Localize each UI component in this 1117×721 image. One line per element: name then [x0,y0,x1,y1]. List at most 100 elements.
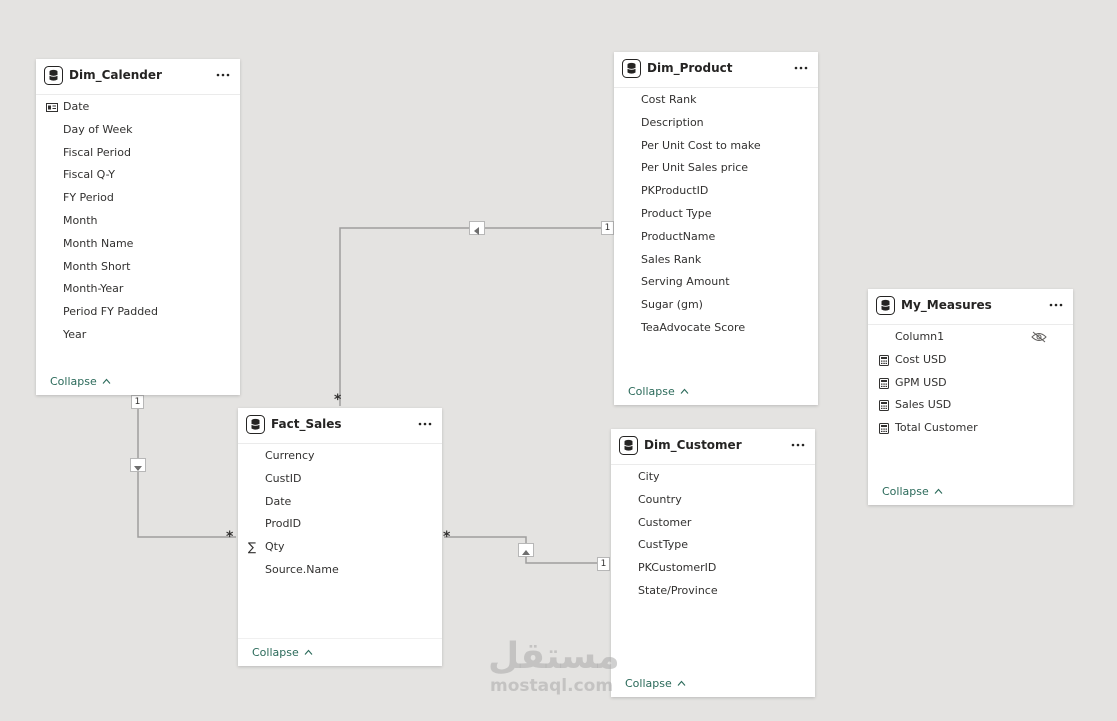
calculator-icon [879,354,889,366]
more-options-icon[interactable] [794,66,808,70]
calculator-icon [879,400,889,412]
table-card-dim-calender[interactable]: Dim_Calender Date Day of Week Fiscal Per… [36,59,240,395]
relationship-calender-fact [137,402,236,538]
field-fiscal-period[interactable]: Fiscal Period [36,142,240,165]
table-card-header[interactable]: Dim_Calender [36,59,240,95]
divider [238,638,442,639]
field-per-unit-sales-price[interactable]: Per Unit Sales price [614,157,818,180]
collapse-button[interactable]: Collapse [625,677,686,690]
field-customer[interactable]: Customer [611,512,815,535]
field-year[interactable]: Year [36,324,240,347]
field-state-province[interactable]: State/Province [611,580,815,603]
many-side-marker: * [226,529,234,545]
model-canvas[interactable]: 1 * 1 * * 1 Dim_Calender Date Day of Wee… [0,0,1117,721]
field-qty[interactable]: ∑ Qty [238,536,442,559]
chevron-up-icon [102,378,111,384]
table-title: Dim_Product [647,61,733,75]
field-label: Cost USD [895,352,947,366]
field-label: Column1 [895,330,945,343]
table-icon [246,415,265,434]
relationship-product-fact [339,227,613,406]
collapse-button[interactable]: Collapse [882,485,943,498]
table-title: My_Measures [901,298,992,312]
field-month[interactable]: Month [36,210,240,233]
field-serving-amount[interactable]: Serving Amount [614,271,818,294]
more-options-icon[interactable] [1049,303,1063,307]
field-day-of-week[interactable]: Day of Week [36,119,240,142]
field-teaadvocate-score[interactable]: TeaAdvocate Score [614,317,818,340]
field-productname[interactable]: ProductName [614,226,818,249]
field-label: Sales USD [895,398,952,412]
field-cost-rank[interactable]: Cost Rank [614,89,818,112]
field-period-fy-padded[interactable]: Period FY Padded [36,301,240,324]
field-fiscal-q-y[interactable]: Fiscal Q-Y [36,164,240,187]
table-card-header[interactable]: My_Measures [868,289,1073,325]
field-list: City Country Customer CustType PKCustome… [611,466,815,603]
watermark-latin: mostaql.com [490,676,614,696]
table-card-header[interactable]: Dim_Product [614,52,818,88]
sigma-icon: ∑ [248,540,257,555]
filter-direction-left-icon [469,221,485,235]
field-currency[interactable]: Currency [238,445,442,468]
field-per-unit-cost[interactable]: Per Unit Cost to make [614,135,818,158]
calculator-icon [879,423,889,435]
field-list: Column1 Cost USD GPM USD Sales USD Total… [868,326,1073,440]
chevron-up-icon [934,488,943,494]
field-custid[interactable]: CustID [238,468,442,491]
field-fy-period[interactable]: FY Period [36,187,240,210]
chevron-up-icon [677,680,686,686]
field-list: Date Day of Week Fiscal Period Fiscal Q-… [36,96,240,347]
more-options-icon[interactable] [216,73,230,77]
table-icon [619,436,638,455]
field-sales-usd[interactable]: Sales USD [868,394,1073,417]
table-icon [876,296,895,315]
field-product-type[interactable]: Product Type [614,203,818,226]
table-card-my-measures[interactable]: My_Measures Column1 Cost USD GPM USD Sal… [868,289,1073,505]
collapse-label: Collapse [625,677,672,690]
table-card-dim-product[interactable]: Dim_Product Cost Rank Description Per Un… [614,52,818,405]
field-label: GPM USD [895,375,947,389]
collapse-button[interactable]: Collapse [628,385,689,398]
eye-hidden-icon[interactable] [1031,331,1047,343]
field-month-name[interactable]: Month Name [36,233,240,256]
field-label: Date [63,100,90,113]
table-card-fact-sales[interactable]: Fact_Sales Currency CustID Date ProdID ∑… [238,408,442,666]
field-date[interactable]: Date [36,96,240,119]
field-cost-usd[interactable]: Cost USD [868,349,1073,372]
table-card-dim-customer[interactable]: Dim_Customer City Country Customer CustT… [611,429,815,697]
field-sales-rank[interactable]: Sales Rank [614,249,818,272]
filter-direction-up-icon [518,543,534,557]
field-list: Currency CustID Date ProdID ∑ Qty Source… [238,445,442,582]
field-country[interactable]: Country [611,489,815,512]
table-icon [622,59,641,78]
collapse-label: Collapse [882,485,929,498]
field-pkproductid[interactable]: PKProductID [614,180,818,203]
table-card-header[interactable]: Dim_Customer [611,429,815,465]
field-date[interactable]: Date [238,491,442,514]
chevron-up-icon [680,388,689,394]
field-custtype[interactable]: CustType [611,534,815,557]
field-city[interactable]: City [611,466,815,489]
watermark-arabic: مستقل [488,636,620,677]
field-total-customer[interactable]: Total Customer [868,417,1073,440]
collapse-button[interactable]: Collapse [50,375,111,388]
many-side-marker: * [334,392,342,408]
date-hierarchy-icon [46,103,58,112]
field-source-name[interactable]: Source.Name [238,559,442,582]
table-title: Fact_Sales [271,417,342,431]
table-card-header[interactable]: Fact_Sales [238,408,442,444]
field-gpm-usd[interactable]: GPM USD [868,372,1073,395]
field-pkcustomerid[interactable]: PKCustomerID [611,557,815,580]
collapse-button[interactable]: Collapse [252,646,313,659]
table-title: Dim_Calender [69,68,162,82]
many-side-marker: * [443,529,451,545]
field-month-short[interactable]: Month Short [36,256,240,279]
field-prodid[interactable]: ProdID [238,513,442,536]
field-description[interactable]: Description [614,112,818,135]
field-month-year[interactable]: Month-Year [36,278,240,301]
field-sugar[interactable]: Sugar (gm) [614,294,818,317]
more-options-icon[interactable] [791,443,805,447]
collapse-label: Collapse [252,646,299,659]
field-column1[interactable]: Column1 [868,326,1073,349]
more-options-icon[interactable] [418,422,432,426]
